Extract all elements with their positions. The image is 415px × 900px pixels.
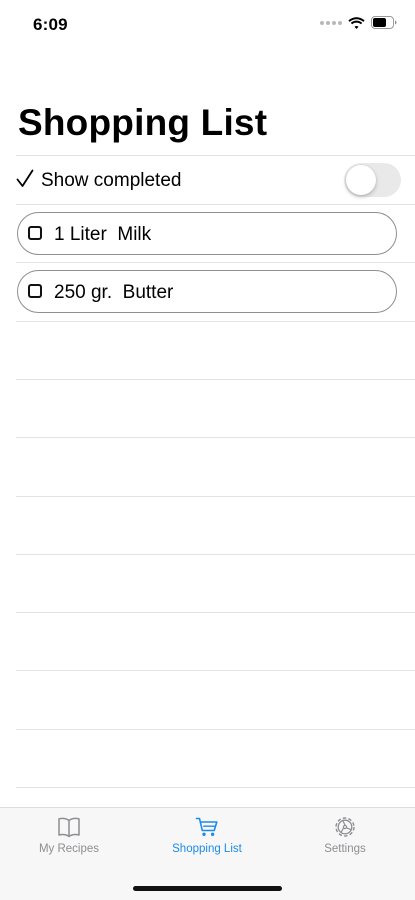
empty-row-divider <box>16 670 415 671</box>
battery-icon <box>371 16 397 29</box>
status-time: 6:09 <box>33 15 68 34</box>
tab-label: Settings <box>324 843 366 855</box>
tab-label: My Recipes <box>38 843 100 855</box>
wifi-icon <box>348 16 365 29</box>
tab-bar: My Recipes Shopping List Settings <box>0 807 415 900</box>
empty-row-divider <box>16 787 415 788</box>
toggle-knob <box>346 165 376 195</box>
divider <box>16 262 415 263</box>
show-completed-toggle[interactable] <box>344 163 401 197</box>
shopping-item-label: 250 gr. Butter <box>54 282 174 303</box>
tab-shopping-list[interactable]: Shopping List <box>138 816 276 872</box>
page-title: Shopping List <box>18 102 268 143</box>
home-indicator <box>133 886 282 891</box>
empty-row-divider <box>16 554 415 555</box>
show-completed-row: Show completed <box>16 156 415 204</box>
cellular-dots-icon <box>320 20 342 25</box>
tab-settings[interactable]: Settings <box>276 816 414 872</box>
status-bar: 6:09 <box>0 0 415 50</box>
status-icons <box>320 16 398 29</box>
tab-my-recipes[interactable]: My Recipes <box>0 816 138 872</box>
tab-label: Shopping List <box>172 843 242 855</box>
empty-row-divider <box>16 729 415 730</box>
cart-icon <box>195 817 218 836</box>
book-icon <box>58 817 80 838</box>
checkbox-icon[interactable] <box>28 284 42 298</box>
empty-row-divider <box>16 437 415 438</box>
empty-row-divider <box>16 379 415 380</box>
divider <box>16 204 415 205</box>
shopping-item[interactable]: 1 Liter Milk <box>17 212 397 255</box>
checkmark-icon <box>16 169 34 187</box>
shopping-item-label: 1 Liter Milk <box>54 224 152 245</box>
gear-icon <box>335 817 355 837</box>
checkbox-icon[interactable] <box>28 226 42 240</box>
show-completed-label: Show completed <box>41 170 182 191</box>
empty-row-divider <box>16 496 415 497</box>
empty-row-divider <box>16 612 415 613</box>
empty-row-divider <box>16 321 415 322</box>
shopping-item[interactable]: 250 gr. Butter <box>17 270 397 313</box>
